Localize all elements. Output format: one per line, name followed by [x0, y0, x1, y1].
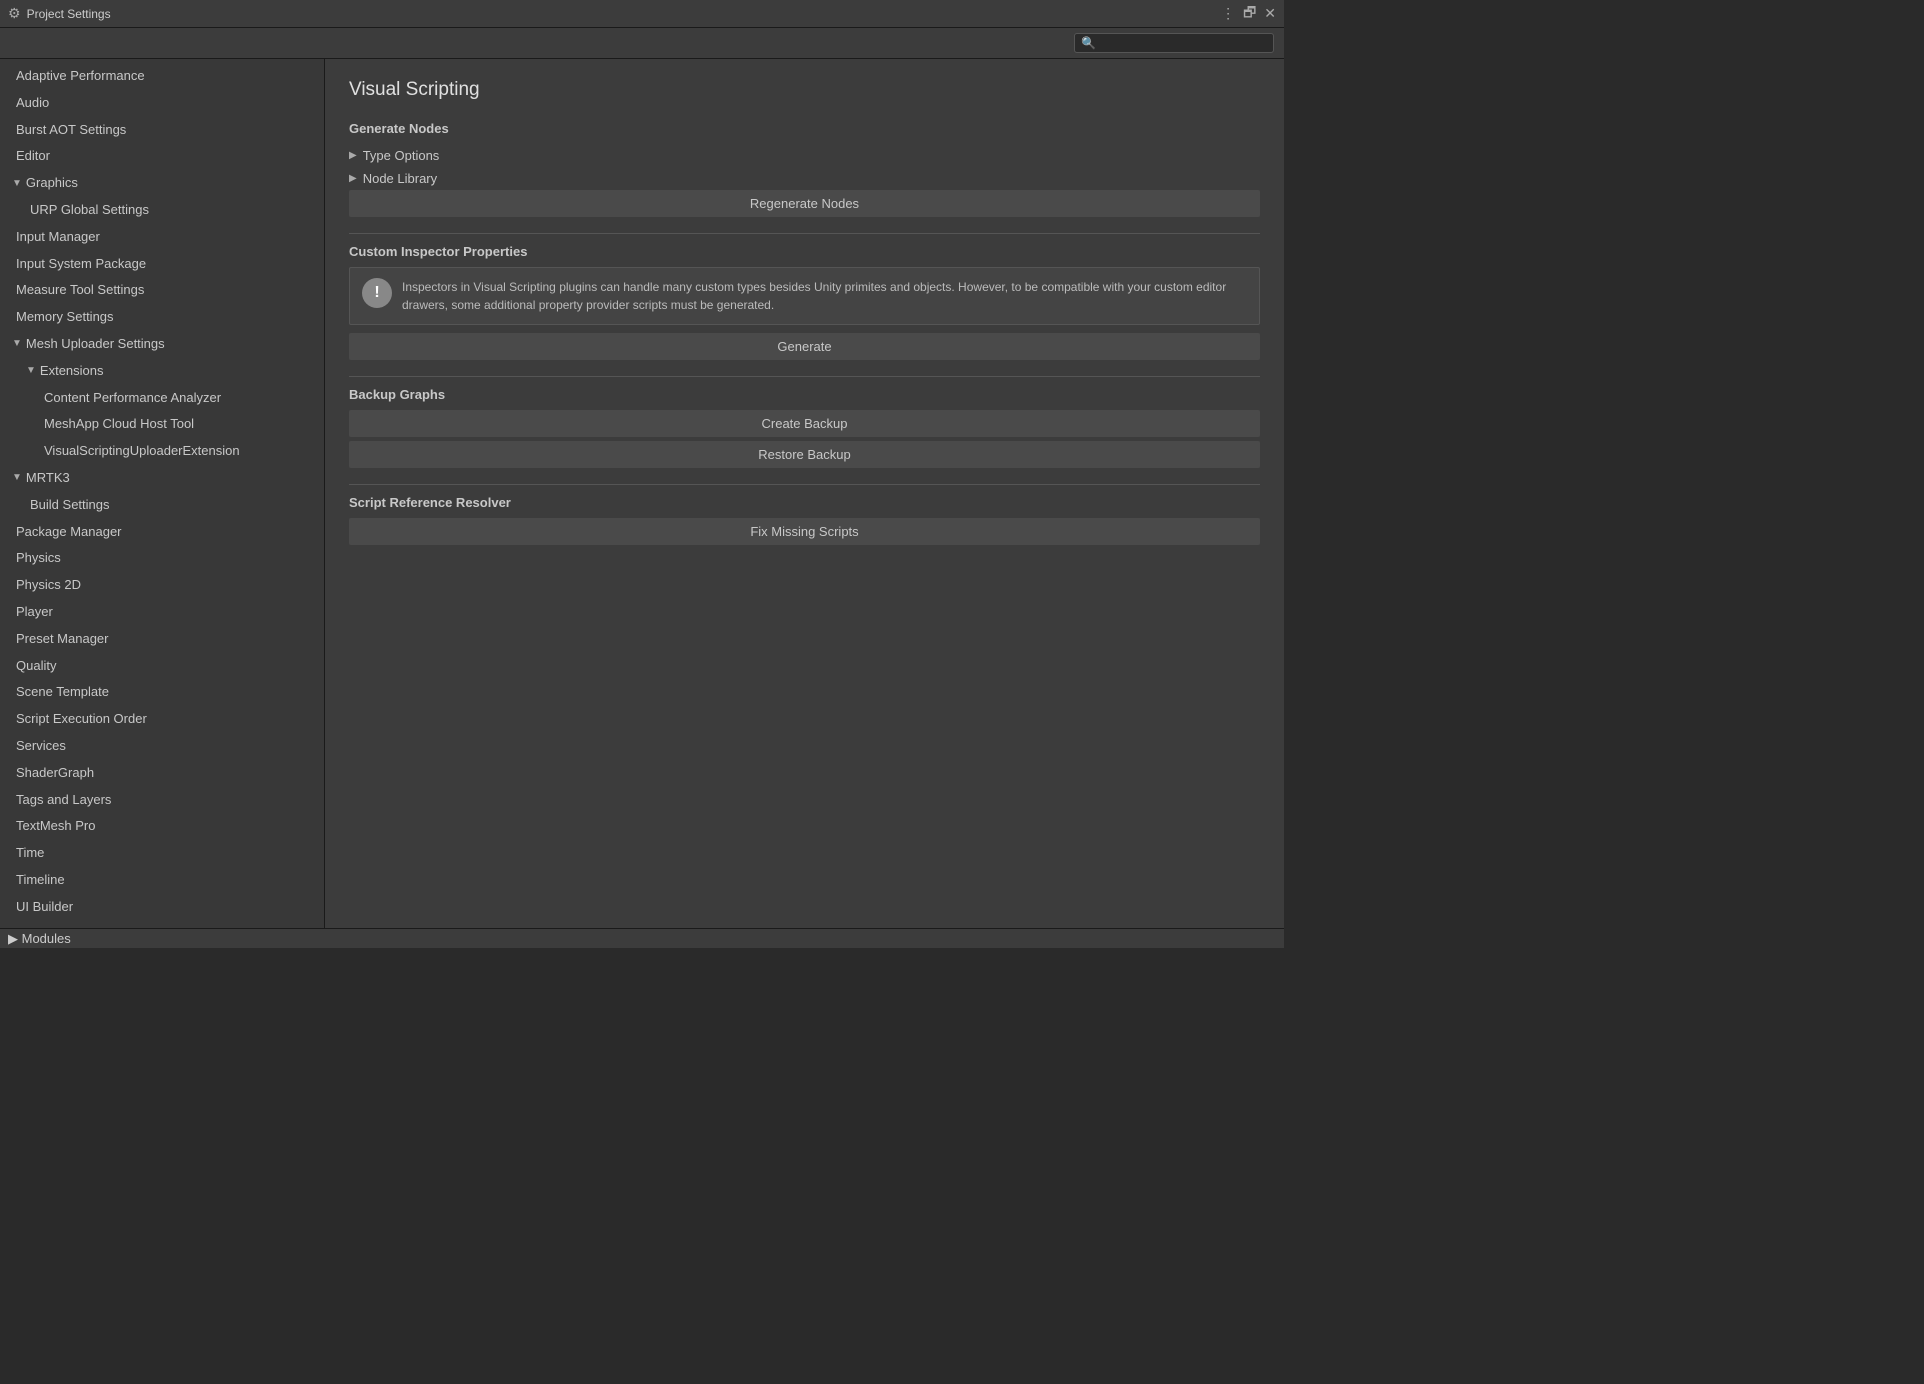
menu-icon[interactable]: ⋮ — [1221, 5, 1235, 22]
section-script-reference: Script Reference Resolver Fix Missing Sc… — [349, 495, 1260, 545]
sidebar-item-preset-manager[interactable]: Preset Manager — [0, 626, 324, 653]
sidebar-item-physics[interactable]: Physics — [0, 545, 324, 572]
node-library-row[interactable]: ▶ Node Library — [349, 167, 1260, 190]
bottom-bar: ▶ Modules — [0, 928, 1284, 948]
warning-icon: ! — [362, 278, 392, 308]
fix-missing-scripts-button[interactable]: Fix Missing Scripts — [349, 518, 1260, 545]
title-bar: ⚙ Project Settings ⋮ 🗗 ✕ — [0, 0, 1284, 28]
regenerate-nodes-button[interactable]: Regenerate Nodes — [349, 190, 1260, 217]
sidebar-item-script-execution[interactable]: Script Execution Order — [0, 706, 324, 733]
sidebar-item-time[interactable]: Time — [0, 840, 324, 867]
section-header-generate-nodes: Generate Nodes — [349, 121, 1260, 136]
sidebar-item-input-system[interactable]: Input System Package — [0, 251, 324, 278]
warning-text: Inspectors in Visual Scripting plugins c… — [402, 278, 1247, 314]
sidebar-item-player[interactable]: Player — [0, 599, 324, 626]
sidebar-item-mrtk3[interactable]: ▼MRTK3 — [0, 465, 324, 492]
search-bar: 🔍 — [0, 28, 1284, 59]
section-generate-nodes: Generate Nodes ▶ Type Options ▶ Node Lib… — [349, 121, 1260, 217]
chevron-icon-graphics: ▼ — [12, 176, 22, 192]
generate-button[interactable]: Generate — [349, 333, 1260, 360]
chevron-icon-extensions: ▼ — [26, 363, 36, 379]
settings-icon: ⚙ — [8, 5, 21, 22]
sidebar-item-content-perf[interactable]: Content Performance Analyzer — [0, 385, 324, 412]
page-title: Visual Scripting — [349, 79, 1260, 101]
search-input[interactable] — [1100, 36, 1267, 50]
section-header-backup-graphs: Backup Graphs — [349, 387, 1260, 402]
sidebar-item-ui-builder[interactable]: UI Builder — [0, 894, 324, 921]
chevron-right-icon: ▶ — [349, 150, 357, 161]
node-library-label: Node Library — [363, 171, 437, 186]
chevron-icon-mrtk3: ▼ — [12, 470, 22, 486]
divider-3 — [349, 484, 1260, 485]
chevron-icon-mesh-uploader: ▼ — [12, 336, 22, 352]
section-header-script-reference: Script Reference Resolver — [349, 495, 1260, 510]
sidebar-item-build-settings[interactable]: Build Settings — [0, 492, 324, 519]
sidebar-group-label-graphics: Graphics — [26, 173, 78, 194]
sidebar-group-label-mrtk3: MRTK3 — [26, 468, 70, 489]
main-layout: Adaptive PerformanceAudioBurst AOT Setti… — [0, 59, 1284, 928]
sidebar-item-package-manager[interactable]: Package Manager — [0, 519, 324, 546]
sidebar: Adaptive PerformanceAudioBurst AOT Setti… — [0, 59, 325, 928]
sidebar-item-audio[interactable]: Audio — [0, 90, 324, 117]
close-icon[interactable]: ✕ — [1264, 5, 1276, 22]
sidebar-group-label-mesh-uploader: Mesh Uploader Settings — [26, 334, 165, 355]
sidebar-item-measure-tool[interactable]: Measure Tool Settings — [0, 277, 324, 304]
divider-1 — [349, 233, 1260, 234]
sidebar-item-tags-layers[interactable]: Tags and Layers — [0, 787, 324, 814]
sidebar-item-scene-template[interactable]: Scene Template — [0, 679, 324, 706]
divider-2 — [349, 376, 1260, 377]
restore-backup-button[interactable]: Restore Backup — [349, 441, 1260, 468]
sidebar-item-physics2d[interactable]: Physics 2D — [0, 572, 324, 599]
section-header-custom-inspector: Custom Inspector Properties — [349, 244, 1260, 259]
restore-icon[interactable]: 🗗 — [1243, 2, 1256, 26]
sidebar-item-burst-aot[interactable]: Burst AOT Settings — [0, 117, 324, 144]
title-bar-left: ⚙ Project Settings — [8, 5, 111, 22]
title-bar-controls: ⋮ 🗗 ✕ — [1221, 2, 1276, 26]
sidebar-item-visual-scripting-ext[interactable]: VisualScriptingUploaderExtension — [0, 438, 324, 465]
sidebar-item-mesh-uploader[interactable]: ▼Mesh Uploader Settings — [0, 331, 324, 358]
sidebar-item-extensions[interactable]: ▼Extensions — [0, 358, 324, 385]
sidebar-item-quality[interactable]: Quality — [0, 653, 324, 680]
type-options-label: Type Options — [363, 148, 440, 163]
content-area: Visual Scripting Generate Nodes ▶ Type O… — [325, 59, 1284, 928]
sidebar-item-graphics[interactable]: ▼Graphics — [0, 170, 324, 197]
sidebar-item-timeline[interactable]: Timeline — [0, 867, 324, 894]
sidebar-item-services[interactable]: Services — [0, 733, 324, 760]
sidebar-item-meshapp-cloud[interactable]: MeshApp Cloud Host Tool — [0, 411, 324, 438]
search-icon: 🔍 — [1081, 36, 1096, 50]
sidebar-item-urp-global[interactable]: URP Global Settings — [0, 197, 324, 224]
sidebar-item-input-manager[interactable]: Input Manager — [0, 224, 324, 251]
chevron-right-icon2: ▶ — [349, 173, 357, 184]
sidebar-item-version-control[interactable]: Version Control — [0, 921, 324, 929]
section-custom-inspector: Custom Inspector Properties ! Inspectors… — [349, 244, 1260, 360]
section-backup-graphs: Backup Graphs Create Backup Restore Back… — [349, 387, 1260, 468]
type-options-row[interactable]: ▶ Type Options — [349, 144, 1260, 167]
sidebar-item-shader-graph[interactable]: ShaderGraph — [0, 760, 324, 787]
create-backup-button[interactable]: Create Backup — [349, 410, 1260, 437]
title-bar-title: Project Settings — [27, 7, 111, 21]
sidebar-group-label-extensions: Extensions — [40, 361, 104, 382]
sidebar-item-textmesh-pro[interactable]: TextMesh Pro — [0, 813, 324, 840]
sidebar-item-editor[interactable]: Editor — [0, 143, 324, 170]
sidebar-item-memory-settings[interactable]: Memory Settings — [0, 304, 324, 331]
search-wrapper[interactable]: 🔍 — [1074, 33, 1274, 53]
bottom-bar-text: ▶ Modules — [8, 931, 71, 947]
sidebar-item-adaptive-performance[interactable]: Adaptive Performance — [0, 63, 324, 90]
warning-box: ! Inspectors in Visual Scripting plugins… — [349, 267, 1260, 325]
